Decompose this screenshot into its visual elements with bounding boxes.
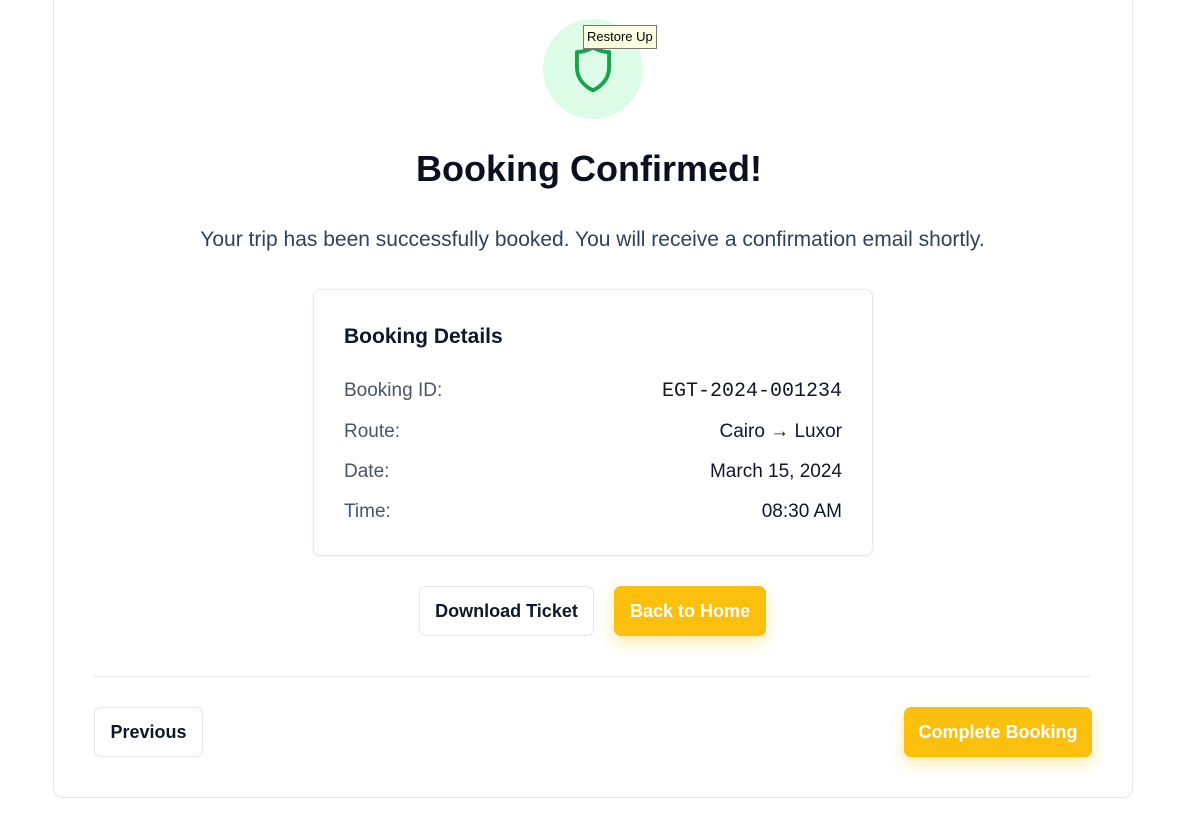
detail-value: 08:30 AM — [761, 501, 842, 522]
page-subtitle: Your trip has been successfully booked. … — [200, 228, 985, 251]
detail-value: March 15, 2024 — [709, 461, 842, 482]
detail-label: Route: — [344, 421, 400, 442]
detail-row-time: Time: 08:30 AM — [344, 501, 842, 523]
detail-row-route: Route: Cairo → Luxor — [344, 421, 842, 443]
download-ticket-button[interactable]: Download Ticket — [419, 586, 594, 636]
detail-label: Time: — [344, 501, 391, 522]
complete-booking-button[interactable]: Complete Booking — [904, 707, 1092, 757]
booking-details-panel: Booking Details Booking ID: EGT-2024-001… — [313, 289, 873, 556]
divider — [93, 676, 1091, 677]
previous-button[interactable]: Previous — [94, 707, 203, 757]
detail-row-date: Date: March 15, 2024 — [344, 461, 842, 483]
detail-label: Date: — [344, 461, 390, 482]
detail-row-booking-id: Booking ID: EGT-2024-001234 — [344, 380, 842, 403]
shield-icon — [574, 45, 612, 93]
back-to-home-button[interactable]: Back to Home — [614, 586, 766, 636]
detail-value: Cairo → Luxor — [719, 421, 843, 442]
tooltip: Restore Up — [583, 25, 657, 49]
detail-label: Booking ID: — [344, 380, 443, 401]
booking-details-heading: Booking Details — [344, 325, 503, 348]
detail-value: EGT-2024-001234 — [661, 380, 842, 403]
page-title: Booking Confirmed! — [416, 148, 762, 189]
